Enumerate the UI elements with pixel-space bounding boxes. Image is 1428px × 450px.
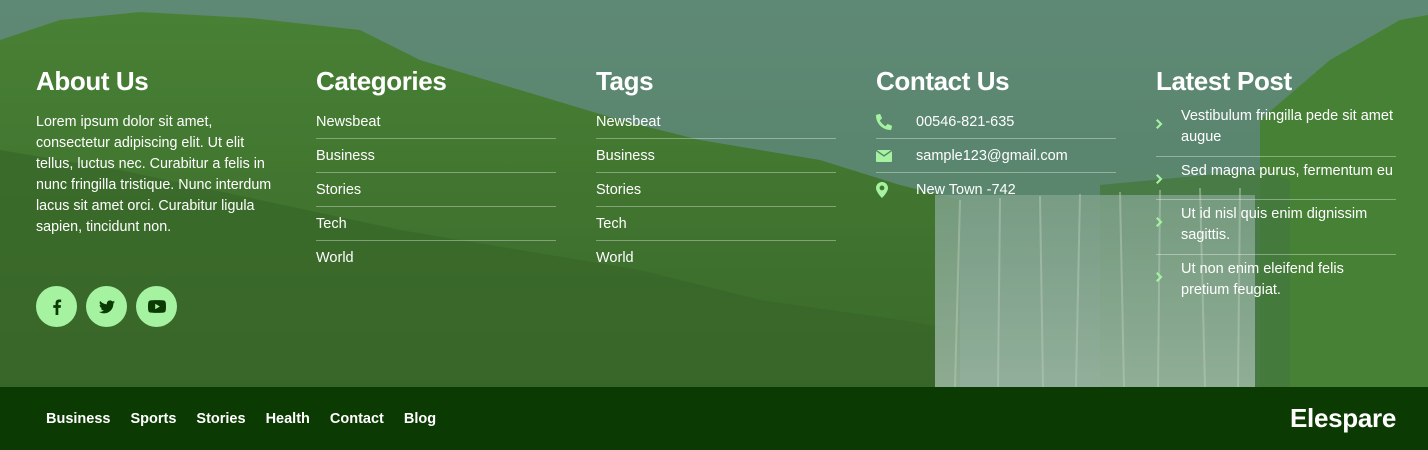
tags-list: Newsbeat Business Stories Tech World bbox=[596, 105, 836, 275]
twitter-icon bbox=[98, 299, 115, 313]
tag-link[interactable]: Business bbox=[596, 139, 836, 173]
envelope-icon bbox=[876, 149, 916, 162]
categories-widget: Categories Newsbeat Business Stories Tec… bbox=[316, 66, 556, 275]
tag-link[interactable]: Newsbeat bbox=[596, 105, 836, 139]
latest-post-item[interactable]: Ut id nisl quis enim dignissim sagittis. bbox=[1156, 200, 1396, 255]
latest-post-item[interactable]: Sed magna purus, fermentum eu bbox=[1156, 157, 1396, 200]
latest-post-item[interactable]: Ut non enim eleifend felis pretium feugi… bbox=[1156, 255, 1396, 309]
contact-email: sample123@gmail.com bbox=[916, 147, 1068, 164]
phone-icon bbox=[876, 113, 916, 130]
latest-post-list: Vestibulum fringilla pede sit amet augue… bbox=[1156, 102, 1396, 309]
category-link[interactable]: Stories bbox=[316, 173, 556, 207]
category-link[interactable]: Newsbeat bbox=[316, 105, 556, 139]
chevron-right-icon bbox=[1156, 259, 1181, 289]
tag-link[interactable]: World bbox=[596, 241, 836, 275]
latest-post-title: Ut id nisl quis enim dignissim sagittis. bbox=[1181, 206, 1368, 243]
footer-nav: Business Sports Stories Health Contact B… bbox=[46, 411, 436, 427]
youtube-button[interactable] bbox=[136, 286, 177, 327]
latest-post-title: Vestibulum fringilla pede sit amet augue bbox=[1181, 108, 1393, 145]
contact-address: New Town -742 bbox=[916, 182, 1016, 198]
contact-list: 00546-821-635 sample123@gmail.com New To… bbox=[876, 105, 1116, 207]
contact-item-email: sample123@gmail.com bbox=[876, 139, 1116, 173]
latest-post-title: Ut non enim eleifend felis pretium feugi… bbox=[1181, 261, 1344, 298]
footer-nav-sports[interactable]: Sports bbox=[130, 411, 176, 427]
latest-post-widget: Latest Post Vestibulum fringilla pede si… bbox=[1156, 66, 1396, 309]
contact-widget: Contact Us 00546-821-635 sample123@gmail… bbox=[876, 66, 1116, 207]
category-link[interactable]: Tech bbox=[316, 207, 556, 241]
footer-nav-stories[interactable]: Stories bbox=[196, 411, 245, 427]
footer-bottom-bar: Business Sports Stories Health Contact B… bbox=[0, 387, 1428, 450]
twitter-button[interactable] bbox=[86, 286, 127, 327]
category-link[interactable]: World bbox=[316, 241, 556, 275]
latest-post-heading: Latest Post bbox=[1156, 66, 1292, 96]
social-links bbox=[36, 286, 177, 327]
facebook-button[interactable] bbox=[36, 286, 77, 327]
contact-item-phone: 00546-821-635 bbox=[876, 105, 1116, 139]
about-text: Lorem ipsum dolor sit amet, consectetur … bbox=[36, 114, 272, 235]
latest-post-title: Sed magna purus, fermentum eu bbox=[1181, 163, 1393, 179]
footer-nav-business[interactable]: Business bbox=[46, 411, 110, 427]
contact-heading: Contact Us bbox=[876, 66, 1010, 96]
categories-heading: Categories bbox=[316, 66, 447, 96]
chevron-right-icon bbox=[1156, 161, 1181, 191]
tag-link[interactable]: Stories bbox=[596, 173, 836, 207]
latest-post-item[interactable]: Vestibulum fringilla pede sit amet augue bbox=[1156, 102, 1396, 157]
contact-phone: 00546-821-635 bbox=[916, 113, 1015, 130]
site-brand-logo[interactable]: Elespare bbox=[1290, 403, 1396, 434]
chevron-right-icon bbox=[1156, 106, 1181, 136]
footer-nav-health[interactable]: Health bbox=[266, 411, 310, 427]
category-link[interactable]: Business bbox=[316, 139, 556, 173]
footer-nav-blog[interactable]: Blog bbox=[404, 411, 436, 427]
footer-widgets: About Us Lorem ipsum dolor sit amet, con… bbox=[0, 0, 1428, 387]
tag-link[interactable]: Tech bbox=[596, 207, 836, 241]
footer-nav-contact[interactable]: Contact bbox=[330, 411, 384, 427]
facebook-icon bbox=[52, 298, 61, 315]
chevron-right-icon bbox=[1156, 204, 1181, 234]
youtube-icon bbox=[147, 300, 166, 313]
tags-widget: Tags Newsbeat Business Stories Tech Worl… bbox=[596, 66, 836, 275]
tags-heading: Tags bbox=[596, 66, 654, 96]
about-heading: About Us bbox=[36, 66, 149, 96]
map-marker-icon bbox=[876, 182, 916, 198]
contact-item-address: New Town -742 bbox=[876, 173, 1116, 207]
about-widget: About Us Lorem ipsum dolor sit amet, con… bbox=[36, 66, 276, 346]
categories-list: Newsbeat Business Stories Tech World bbox=[316, 105, 556, 275]
